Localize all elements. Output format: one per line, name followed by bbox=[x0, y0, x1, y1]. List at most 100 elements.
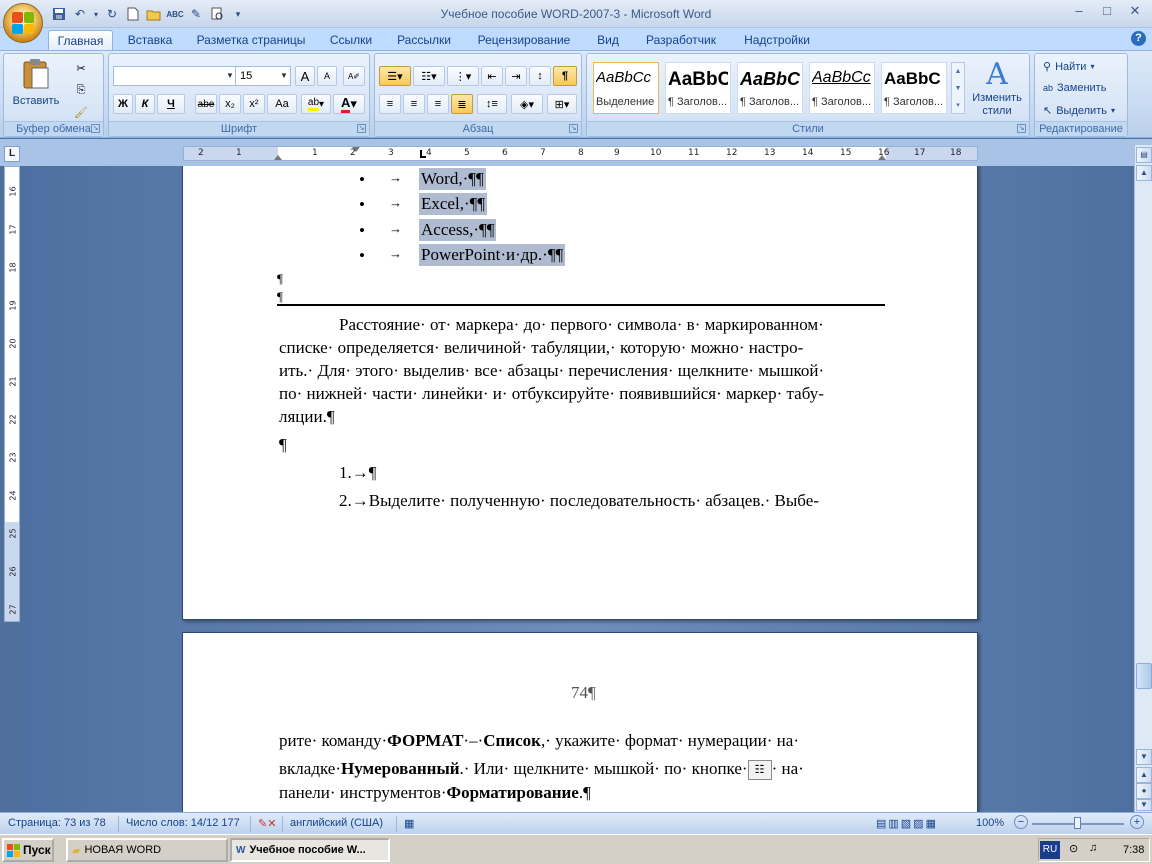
style-heading-3[interactable]: AaBbCc ¶ Заголов... bbox=[809, 62, 875, 114]
tab-view[interactable]: Вид bbox=[590, 30, 626, 50]
find-button[interactable]: ⚲ Найти ▾ bbox=[1043, 60, 1094, 74]
styles-scroll[interactable]: ▲ ▼ ▾ bbox=[951, 62, 965, 114]
numbering-icon[interactable]: ☷▾ bbox=[413, 66, 445, 86]
vertical-ruler[interactable]: 16 17 18 19 20 21 22 23 24 25 26 27 bbox=[4, 166, 20, 622]
zoom-in-icon[interactable]: + bbox=[1130, 815, 1144, 829]
decrease-indent-icon[interactable]: ⇤ bbox=[481, 66, 503, 86]
increase-indent-icon[interactable]: ⇥ bbox=[505, 66, 527, 86]
font-launcher-icon[interactable]: ↘ bbox=[357, 124, 366, 133]
change-styles-button[interactable]: A Изменить стили bbox=[967, 58, 1027, 120]
align-left-icon[interactable]: ≡ bbox=[379, 94, 401, 114]
scroll-down-icon[interactable]: ▼ bbox=[1136, 749, 1152, 765]
scroll-thumb[interactable] bbox=[1136, 663, 1152, 689]
paragraph-line[interactable]: Расстояние· от· маркера· до· первого· си… bbox=[339, 315, 824, 335]
highlight-icon[interactable]: ab ▾ bbox=[301, 94, 331, 114]
network-icon[interactable]: ⊙ bbox=[1069, 842, 1078, 855]
style-emphasis[interactable]: AaBbCc Выделение bbox=[593, 62, 659, 114]
zoom-out-icon[interactable]: − bbox=[1014, 815, 1028, 829]
tab-selector-button[interactable]: L bbox=[4, 146, 20, 162]
replace-button[interactable]: ab Заменить bbox=[1043, 82, 1106, 94]
select-button[interactable]: ↖ Выделить ▾ bbox=[1043, 104, 1115, 118]
show-formatting-marks-icon[interactable]: ¶ bbox=[553, 66, 577, 86]
scroll-down-icon[interactable]: ▼ bbox=[952, 80, 964, 97]
paragraph-line[interactable]: ляции.¶ bbox=[279, 407, 335, 427]
language-status[interactable]: английский (США) bbox=[290, 817, 383, 829]
grow-font-button[interactable]: A bbox=[295, 66, 315, 86]
font-size-combo[interactable]: 15 ▼ bbox=[235, 66, 291, 86]
bullet-item[interactable]: PowerPoint·и·др.·¶¶ bbox=[419, 244, 566, 266]
borders-icon[interactable]: ⊞▾ bbox=[547, 94, 577, 114]
bullet-item[interactable]: Excel,·¶¶ bbox=[419, 193, 488, 215]
copy-icon[interactable]: ⎘ bbox=[70, 80, 92, 100]
paragraph-line[interactable]: панели· инструментов·Форматирование.¶ bbox=[279, 783, 591, 803]
select-browse-object-icon[interactable]: ● bbox=[1136, 783, 1152, 799]
word-count-status[interactable]: Число слов: 14/12 177 bbox=[126, 817, 240, 829]
scroll-up-icon[interactable]: ▲ bbox=[952, 63, 964, 80]
view-buttons[interactable]: ▤▥▧▨▦ bbox=[876, 817, 938, 830]
bold-button[interactable]: Ж bbox=[113, 94, 133, 114]
zoom-level[interactable]: 100% bbox=[976, 817, 1004, 829]
volume-icon[interactable]: ♫ bbox=[1089, 842, 1097, 854]
page-count-status[interactable]: Страница: 73 из 78 bbox=[8, 817, 106, 829]
document-area[interactable]: • → Word,·¶¶ • → Excel,·¶¶ • → Access,·¶… bbox=[22, 166, 1134, 812]
start-button[interactable]: Пуск bbox=[2, 838, 54, 862]
align-center-icon[interactable]: ≡ bbox=[403, 94, 425, 114]
paragraph-launcher-icon[interactable]: ↘ bbox=[569, 124, 578, 133]
proofing-icon[interactable]: ✎✕ bbox=[258, 817, 276, 830]
format-painter-icon[interactable]: 🖌 bbox=[70, 102, 92, 122]
paragraph-line[interactable]: вкладке·Нумерованный.· Или· щелкните· мы… bbox=[279, 759, 804, 781]
taskbar-item[interactable]: ▰ НОВАЯ WORD bbox=[66, 838, 228, 862]
font-name-combo[interactable]: ▼ bbox=[113, 66, 237, 86]
underline-button[interactable]: Ч bbox=[157, 94, 185, 114]
clipboard-launcher-icon[interactable]: ↘ bbox=[91, 124, 100, 133]
align-right-icon[interactable]: ≡ bbox=[427, 94, 449, 114]
shrink-font-button[interactable]: A bbox=[317, 66, 337, 86]
italic-button[interactable]: К bbox=[135, 94, 155, 114]
clear-formatting-icon[interactable]: A✐ bbox=[343, 66, 365, 86]
previous-page-icon[interactable]: ▲ bbox=[1136, 767, 1152, 783]
strikethrough-button[interactable]: abe bbox=[195, 94, 217, 114]
next-page-icon[interactable]: ▼ bbox=[1136, 799, 1152, 811]
sort-icon[interactable]: ↕ bbox=[529, 66, 551, 86]
view-ruler-icon[interactable]: ▤ bbox=[1136, 147, 1152, 163]
subscript-button[interactable]: x₂ bbox=[219, 94, 241, 114]
macro-record-icon[interactable]: ▦ bbox=[404, 817, 414, 830]
superscript-button[interactable]: x² bbox=[243, 94, 265, 114]
styles-launcher-icon[interactable]: ↘ bbox=[1017, 124, 1026, 133]
page[interactable]: • → Word,·¶¶ • → Excel,·¶¶ • → Access,·¶… bbox=[182, 166, 978, 620]
style-heading-2[interactable]: AaBbC ¶ Заголов... bbox=[737, 62, 803, 114]
vertical-scrollbar[interactable]: ▤ ▲ ▼ ▲ ● ▼ bbox=[1134, 145, 1152, 812]
hanging-indent-marker[interactable] bbox=[274, 155, 282, 160]
scroll-up-icon[interactable]: ▲ bbox=[1136, 165, 1152, 181]
paragraph-line[interactable]: списке· определяется· величиной· табуляц… bbox=[279, 338, 803, 358]
paragraph-line[interactable]: ить.· Для· этого· выделив· все· абзацы· … bbox=[279, 361, 824, 381]
bullets-icon[interactable]: ☰▾ bbox=[379, 66, 411, 86]
chevron-down-icon[interactable]: ▼ bbox=[278, 67, 290, 85]
cut-icon[interactable]: ✂ bbox=[70, 58, 92, 78]
maximize-button[interactable]: □ bbox=[1096, 2, 1118, 20]
multilevel-list-icon[interactable]: ⋮▾ bbox=[447, 66, 479, 86]
change-case-button[interactable]: Aa bbox=[267, 94, 297, 114]
tab-insert[interactable]: Вставка bbox=[120, 30, 180, 50]
numbered-item[interactable]: 2.→Выделите· полученную· последовательно… bbox=[339, 491, 819, 511]
paragraph-line[interactable]: по· нижней· части· линейки· и· отбуксиру… bbox=[279, 384, 824, 404]
page[interactable]: 74¶ рите· команду·ФОРМАТ·–·Список,· укаж… bbox=[182, 632, 978, 812]
tab-home[interactable]: Главная bbox=[48, 30, 113, 50]
tab-mailings[interactable]: Рассылки bbox=[390, 30, 458, 50]
style-heading-1[interactable]: AaBbC ¶ Заголов... bbox=[665, 62, 731, 114]
font-color-icon[interactable]: A ▾ bbox=[333, 94, 365, 114]
close-button[interactable]: ✕ bbox=[1124, 2, 1146, 20]
more-styles-icon[interactable]: ▾ bbox=[952, 97, 964, 114]
tab-addins[interactable]: Надстройки bbox=[736, 30, 818, 50]
numbered-item[interactable]: 1.→¶ bbox=[339, 463, 376, 483]
paste-button[interactable]: Вставить bbox=[12, 58, 60, 118]
justify-icon[interactable]: ≣ bbox=[451, 94, 473, 114]
style-heading-4[interactable]: AaBbC ¶ Заголов... bbox=[881, 62, 947, 114]
tab-page-layout[interactable]: Разметка страницы bbox=[190, 30, 312, 50]
line-spacing-icon[interactable]: ↕≡ bbox=[477, 94, 507, 114]
tab-references[interactable]: Ссылки bbox=[322, 30, 380, 50]
help-icon[interactable]: ? bbox=[1131, 31, 1146, 46]
zoom-slider-thumb[interactable] bbox=[1074, 817, 1081, 829]
tab-developer[interactable]: Разработчик bbox=[636, 30, 726, 50]
bullet-item[interactable]: Word,·¶¶ bbox=[419, 168, 486, 190]
